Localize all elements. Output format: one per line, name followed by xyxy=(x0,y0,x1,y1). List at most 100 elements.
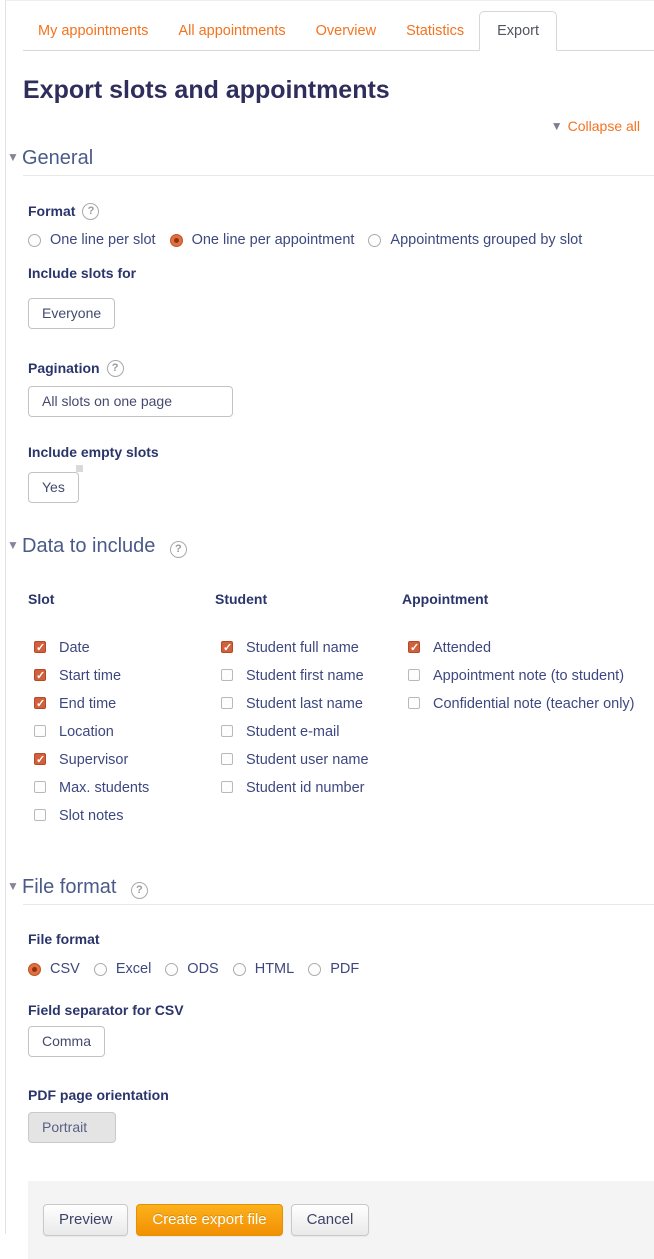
checkbox-label: Date xyxy=(59,640,90,656)
checkbox-icon xyxy=(34,753,46,765)
include-slots-for-select[interactable]: Everyone xyxy=(28,298,115,329)
field-separator-select[interactable]: Comma xyxy=(28,1026,105,1057)
radio-pdf[interactable]: PDF xyxy=(308,961,359,977)
checkbox-start-time[interactable]: Start time xyxy=(28,665,215,687)
checkbox-icon xyxy=(221,753,233,765)
collapse-all-arrow-icon: ▼ xyxy=(551,119,563,133)
page-container: My appointments All appointments Overvie… xyxy=(5,0,654,1234)
radio-appointments-grouped-by-slot[interactable]: Appointments grouped by slot xyxy=(368,232,582,248)
radio-icon xyxy=(170,234,183,247)
radio-label: ODS xyxy=(187,961,218,977)
radio-one-line-per-appointment[interactable]: One line per appointment xyxy=(170,232,355,248)
section-title-data-to-include[interactable]: Data to include xyxy=(22,535,155,557)
page-title: Export slots and appointments xyxy=(23,76,640,104)
checkbox-student-user-name[interactable]: Student user name xyxy=(215,749,402,771)
general-section-body: Format ? One line per slot One line per … xyxy=(28,203,654,503)
checkbox-student-first-name[interactable]: Student first name xyxy=(215,665,402,687)
tab-export[interactable]: Export xyxy=(479,11,557,51)
help-icon[interactable]: ? xyxy=(170,541,187,558)
checkbox-location[interactable]: Location xyxy=(28,721,215,743)
checkbox-slot-notes[interactable]: Slot notes xyxy=(28,805,215,827)
tab-my-appointments[interactable]: My appointments xyxy=(23,12,163,50)
checkbox-label: Student user name xyxy=(246,752,369,768)
checkbox-end-time[interactable]: End time xyxy=(28,693,215,715)
radio-label: PDF xyxy=(330,961,359,977)
checkbox-label: Slot notes xyxy=(59,808,124,824)
section-header-file-format: ▼ File format ? xyxy=(22,875,654,899)
checkbox-icon xyxy=(34,697,46,709)
create-export-file-button[interactable]: Create export file xyxy=(136,1204,282,1236)
format-radio-group: One line per slot One line per appointme… xyxy=(28,232,640,248)
form-actions-bar: Preview Create export file Cancel xyxy=(28,1181,654,1259)
checkbox-label: Supervisor xyxy=(59,752,128,768)
advanced-marker-dot xyxy=(76,465,83,472)
radio-icon xyxy=(233,963,246,976)
file-format-radio-group: CSV Excel ODS HTML PDF xyxy=(28,961,640,977)
cancel-button[interactable]: Cancel xyxy=(291,1204,370,1236)
field-separator-label: Field separator for CSV xyxy=(28,1002,640,1019)
pagination-select[interactable]: All slots on one page xyxy=(28,386,233,417)
checkbox-label: Location xyxy=(59,724,114,740)
section-collapse-icon[interactable]: ▼ xyxy=(7,538,19,552)
tab-all-appointments[interactable]: All appointments xyxy=(163,12,300,50)
help-icon[interactable]: ? xyxy=(131,882,148,899)
data-to-include-columns: Slot Date Start time End time Location S… xyxy=(28,591,654,833)
checkbox-appointment-note[interactable]: Appointment note (to student) xyxy=(402,665,642,687)
checkbox-icon xyxy=(34,669,46,681)
section-title-general[interactable]: General xyxy=(22,147,93,169)
section-collapse-icon[interactable]: ▼ xyxy=(7,879,19,893)
file-format-section-body: File format CSV Excel ODS HTML PDF xyxy=(28,931,654,1143)
radio-label: Appointments grouped by slot xyxy=(390,232,582,248)
section-title-file-format[interactable]: File format xyxy=(22,876,116,898)
section-collapse-icon[interactable]: ▼ xyxy=(7,150,19,164)
tab-statistics[interactable]: Statistics xyxy=(391,12,479,50)
checkbox-max-students[interactable]: Max. students xyxy=(28,777,215,799)
tab-overview[interactable]: Overview xyxy=(301,12,391,50)
checkbox-icon xyxy=(221,781,233,793)
checkbox-label: End time xyxy=(59,696,116,712)
radio-icon xyxy=(94,963,107,976)
checkbox-label: Start time xyxy=(59,668,121,684)
student-checklist: Student full name Student first name Stu… xyxy=(215,637,402,799)
checkbox-icon xyxy=(34,781,46,793)
help-icon[interactable]: ? xyxy=(82,203,99,220)
checkbox-label: Appointment note (to student) xyxy=(433,668,624,684)
checkbox-icon xyxy=(221,669,233,681)
include-empty-slots-select[interactable]: Yes xyxy=(28,472,79,503)
checkbox-supervisor[interactable]: Supervisor xyxy=(28,749,215,771)
checkbox-label: Student id number xyxy=(246,780,365,796)
checkbox-icon xyxy=(221,641,233,653)
radio-one-line-per-slot[interactable]: One line per slot xyxy=(28,232,156,248)
checkbox-student-email[interactable]: Student e-mail xyxy=(215,721,402,743)
checkbox-attended[interactable]: Attended xyxy=(402,637,642,659)
checkbox-student-last-name[interactable]: Student last name xyxy=(215,693,402,715)
checkbox-date[interactable]: Date xyxy=(28,637,215,659)
collapse-all-link[interactable]: Collapse all xyxy=(568,118,640,134)
radio-icon xyxy=(28,963,41,976)
help-icon[interactable]: ? xyxy=(107,360,124,377)
radio-icon xyxy=(308,963,321,976)
radio-label: CSV xyxy=(50,961,80,977)
include-empty-slots-label: Include empty slots xyxy=(28,444,640,461)
radio-ods[interactable]: ODS xyxy=(165,961,218,977)
checkbox-icon xyxy=(34,725,46,737)
checkbox-confidential-note[interactable]: Confidential note (teacher only) xyxy=(402,693,642,715)
radio-label: HTML xyxy=(255,961,294,977)
section-header-data-to-include: ▼ Data to include ? xyxy=(22,534,654,558)
radio-html[interactable]: HTML xyxy=(233,961,294,977)
checkbox-label: Attended xyxy=(433,640,491,656)
format-label-row: Format ? xyxy=(28,203,640,220)
checkbox-student-full-name[interactable]: Student full name xyxy=(215,637,402,659)
radio-label: One line per slot xyxy=(50,232,156,248)
radio-csv[interactable]: CSV xyxy=(28,961,80,977)
checkbox-icon xyxy=(34,641,46,653)
pagination-label: Pagination xyxy=(28,360,100,377)
column-header-slot: Slot xyxy=(28,591,215,607)
checkbox-student-id-number[interactable]: Student id number xyxy=(215,777,402,799)
column-header-student: Student xyxy=(215,591,402,607)
preview-button[interactable]: Preview xyxy=(43,1204,128,1236)
radio-label: Excel xyxy=(116,961,151,977)
column-slot: Slot Date Start time End time Location S… xyxy=(28,591,215,833)
radio-excel[interactable]: Excel xyxy=(94,961,151,977)
pdf-orientation-select[interactable]: Portrait xyxy=(28,1112,116,1143)
